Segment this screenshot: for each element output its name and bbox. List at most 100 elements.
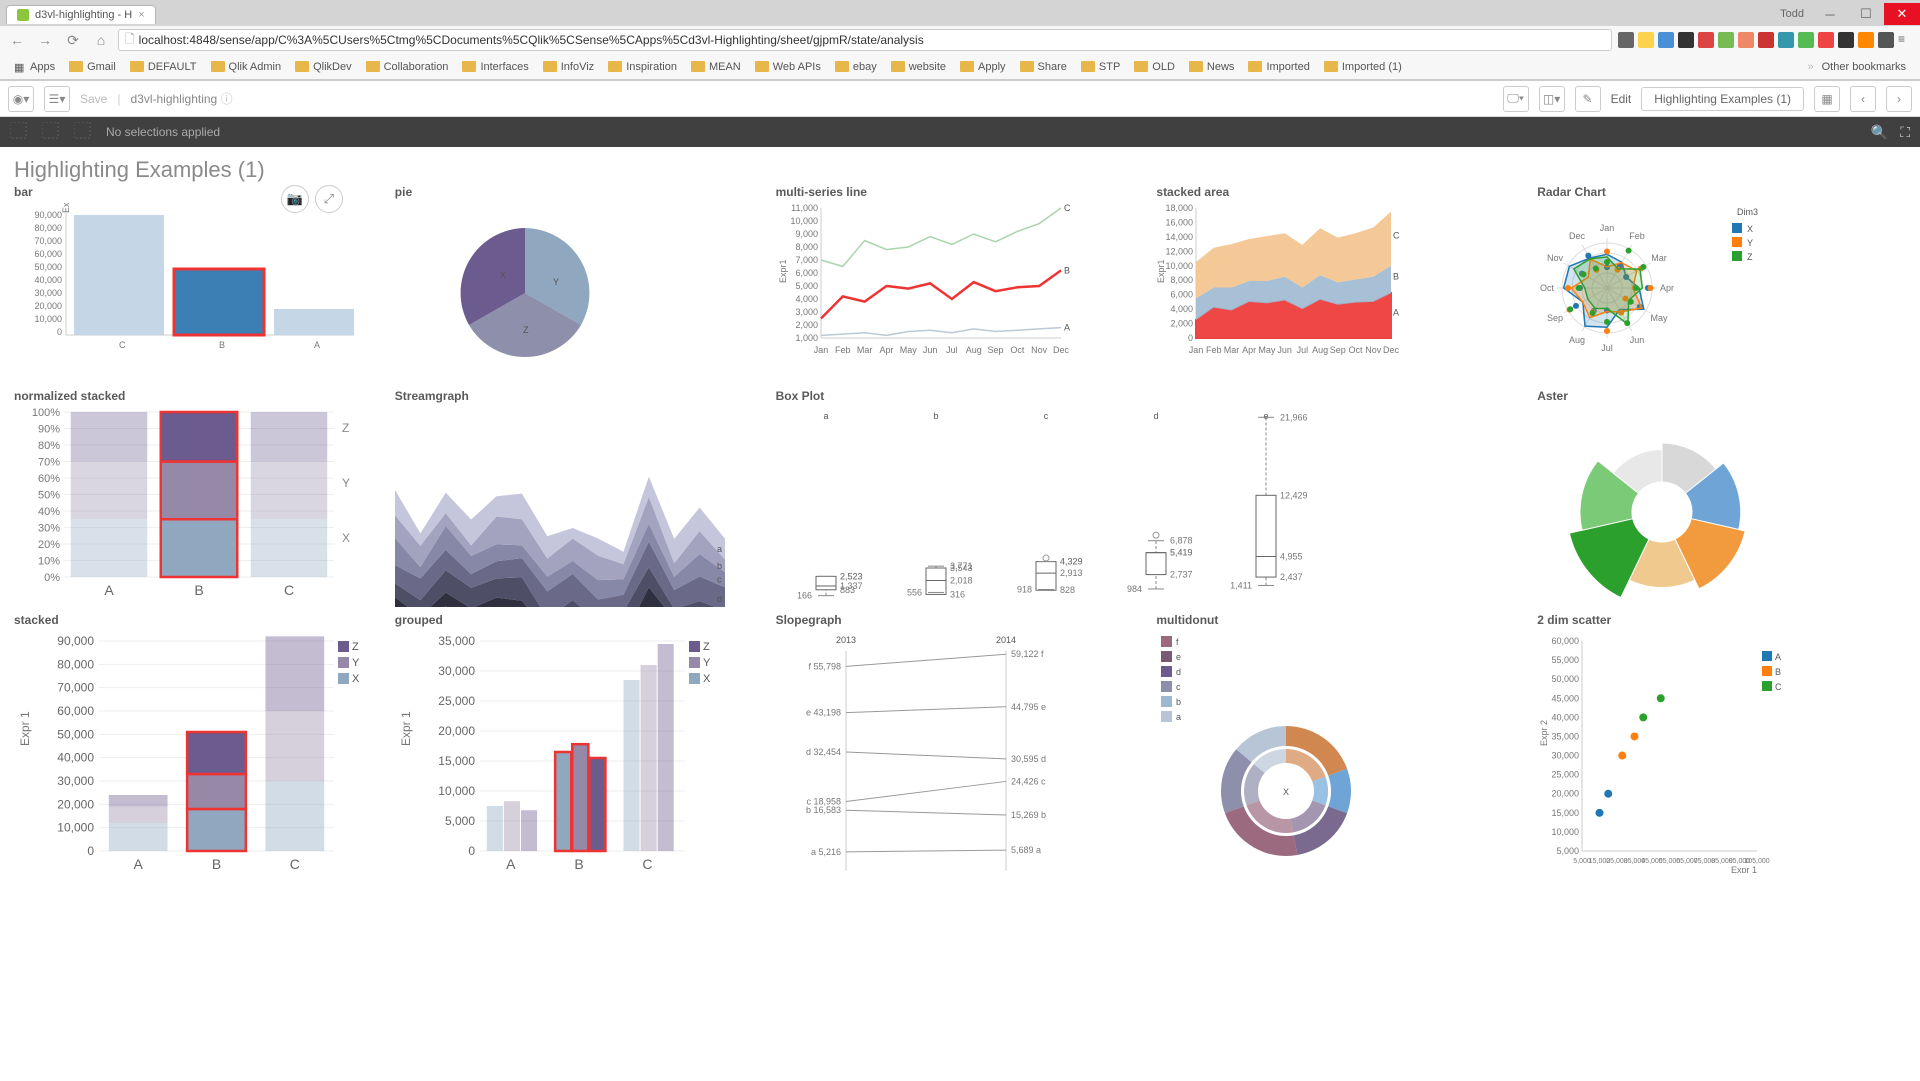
chart-scatter[interactable]: 2 dim scatter Expr 25,00010,00015,00020,…	[1537, 613, 1906, 873]
bookmark-item[interactable]: Interfaces	[456, 59, 534, 75]
chart-aster[interactable]: Aster	[1537, 389, 1906, 609]
bookmark-item[interactable]: QlikDev	[289, 59, 358, 75]
next-sheet-icon[interactable]: ›	[1886, 86, 1912, 112]
devices-icon[interactable]: 🖵▾	[1503, 86, 1529, 112]
menu-icon[interactable]: ≡	[1898, 32, 1914, 48]
selection-clear-icon[interactable]	[74, 122, 94, 142]
ext-icon[interactable]	[1838, 32, 1854, 48]
svg-text:0: 0	[87, 844, 94, 858]
svg-text:984: 984	[1127, 584, 1142, 594]
bookmark-item[interactable]: Inspiration	[602, 59, 683, 75]
bookmark-item[interactable]: Imported	[1242, 59, 1315, 75]
svg-text:Aug: Aug	[965, 345, 981, 355]
ext-icon[interactable]	[1638, 32, 1654, 48]
svg-text:b 16,583: b 16,583	[806, 805, 841, 815]
ext-icon[interactable]	[1678, 32, 1694, 48]
forward-icon[interactable]: →	[34, 29, 56, 51]
chart-pie[interactable]: pie XYZ	[395, 185, 764, 385]
bookmark-item[interactable]: Share	[1014, 59, 1073, 75]
reload-icon[interactable]: ⟳	[62, 29, 84, 51]
bookmark-item[interactable]: Other bookmarks	[1816, 59, 1912, 75]
chart-radar[interactable]: Radar Chart JanFebMarAprMayJunJulAugSepO…	[1537, 185, 1906, 385]
ext-icon[interactable]	[1878, 32, 1894, 48]
bookmark-item[interactable]: Qlik Admin	[205, 59, 288, 75]
svg-text:0: 0	[57, 327, 62, 337]
edit-icon[interactable]: ✎	[1575, 86, 1601, 112]
chart-norm-stacked[interactable]: normalized stacked 0%10%20%30%40%50%60%7…	[14, 389, 383, 609]
svg-text:Z: Z	[352, 641, 359, 653]
bookmark-item[interactable]: ebay	[829, 59, 883, 75]
chart-grouped[interactable]: grouped Expr 105,00010,00015,00020,00025…	[395, 613, 764, 873]
svg-text:Jan: Jan	[813, 345, 828, 355]
ext-icon[interactable]	[1758, 32, 1774, 48]
chart-slope[interactable]: Slopegraph 20132014f 55,79859,122 fe 43,…	[776, 613, 1145, 873]
selection-back-icon[interactable]	[10, 122, 30, 142]
bookmark-item[interactable]: Apply	[954, 59, 1012, 75]
ext-icon[interactable]	[1618, 32, 1634, 48]
page-icon: 🗋	[125, 30, 135, 51]
bookmark-icon[interactable]: ◫▾	[1539, 86, 1565, 112]
selection-forward-icon[interactable]	[42, 122, 62, 142]
svg-text:May: May	[1651, 313, 1669, 323]
address-bar[interactable]: 🗋 localhost:4848/sense/app/C%3A%5CUsers%…	[118, 29, 1612, 51]
home-icon[interactable]: ⌂	[90, 29, 112, 51]
bookmark-item[interactable]: InfoViz	[537, 59, 600, 75]
svg-text:12,000: 12,000	[1166, 246, 1194, 256]
ext-icon[interactable]	[1798, 32, 1814, 48]
ext-icon[interactable]	[1718, 32, 1734, 48]
sheets-icon[interactable]: ▦	[1814, 86, 1840, 112]
bookmark-item[interactable]: Web APIs	[749, 59, 827, 75]
apps-button[interactable]: ▦ Apps	[8, 59, 61, 75]
chart-multidonut[interactable]: multidonut fedcbaX	[1156, 613, 1525, 873]
chart-stream[interactable]: Streamgraph fedcba	[395, 389, 764, 609]
expand-icon[interactable]: ⛶	[1900, 124, 1910, 141]
bookmark-item[interactable]: Gmail	[63, 59, 122, 75]
svg-text:40%: 40%	[38, 506, 60, 518]
sheet-selector[interactable]: Highlighting Examples (1)	[1641, 87, 1804, 111]
bookmark-item[interactable]: Collaboration	[360, 59, 455, 75]
search-icon[interactable]: 🔍	[1871, 124, 1888, 141]
svg-text:11,000: 11,000	[791, 203, 818, 213]
bookmark-item[interactable]: DEFAULT	[124, 59, 203, 75]
svg-text:C: C	[290, 856, 300, 872]
bookmark-item[interactable]: MEAN	[685, 59, 747, 75]
svg-text:2,018: 2,018	[950, 575, 973, 585]
svg-text:Aug: Aug	[1312, 345, 1328, 355]
svg-text:Dec: Dec	[1053, 345, 1070, 355]
list-icon[interactable]: ☰▾	[44, 86, 70, 112]
fullscreen-icon[interactable]: ⤢	[315, 185, 343, 213]
bookmark-item[interactable]: News	[1183, 59, 1241, 75]
bookmark-item[interactable]: Imported (1)	[1318, 59, 1408, 75]
save-button[interactable]: Save	[80, 92, 107, 106]
tab-close-icon[interactable]: ×	[138, 9, 144, 21]
svg-text:10,000: 10,000	[790, 216, 818, 226]
ext-icon[interactable]	[1778, 32, 1794, 48]
chart-box[interactable]: Box Plot a2,5232,5231,337883166b3,7713,5…	[776, 389, 1526, 609]
chart-multiline[interactable]: multi-series line Expr11,0002,0003,0004,…	[776, 185, 1145, 385]
global-menu-icon[interactable]: ◉▾	[8, 86, 34, 112]
browser-tab[interactable]: d3vl-highlighting - H ×	[6, 5, 156, 24]
svg-text:70%: 70%	[38, 457, 60, 469]
chart-stacked-area[interactable]: stacked area Expr102,0004,0006,0008,0001…	[1156, 185, 1525, 385]
close-icon[interactable]: ✕	[1884, 3, 1920, 25]
edit-button[interactable]: Edit	[1611, 92, 1632, 106]
ext-icon[interactable]	[1698, 32, 1714, 48]
bookmark-item[interactable]: STP	[1075, 59, 1126, 75]
snapshot-icon[interactable]: 📷	[281, 185, 309, 213]
chart-stacked[interactable]: stacked Expr 1010,00020,00030,00040,0005…	[14, 613, 383, 873]
minimize-icon[interactable]: ─	[1812, 3, 1848, 25]
svg-text:Expr1: Expr1	[61, 203, 71, 213]
prev-sheet-icon[interactable]: ‹	[1850, 86, 1876, 112]
chart-bar[interactable]: bar 📷⤢ Expr1 90,00080,00070,00060,00050,…	[14, 185, 383, 385]
ext-icon[interactable]	[1858, 32, 1874, 48]
maximize-icon[interactable]: ☐	[1848, 3, 1884, 25]
ext-icon[interactable]	[1738, 32, 1754, 48]
svg-text:918: 918	[1017, 584, 1032, 594]
ext-icon[interactable]	[1658, 32, 1674, 48]
svg-text:0%: 0%	[44, 572, 60, 584]
ext-icon[interactable]	[1818, 32, 1834, 48]
back-icon[interactable]: ←	[6, 29, 28, 51]
info-icon[interactable]: ⓘ	[221, 92, 233, 106]
bookmark-item[interactable]: website	[885, 59, 952, 75]
bookmark-item[interactable]: OLD	[1128, 59, 1181, 75]
